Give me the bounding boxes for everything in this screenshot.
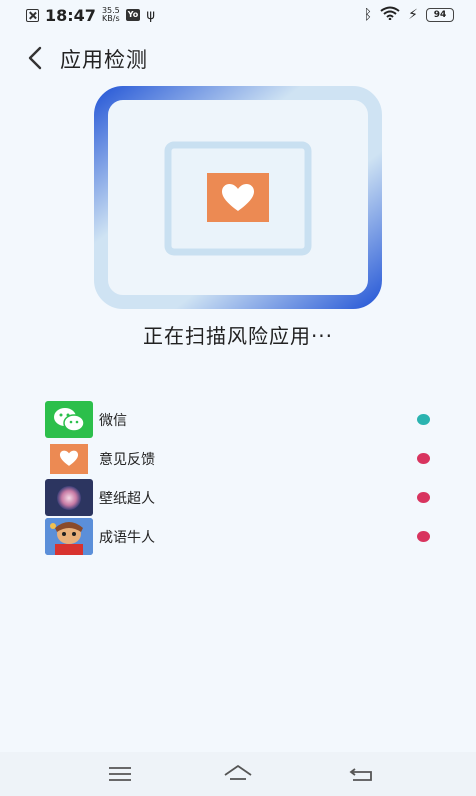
notification-close-icon (26, 8, 39, 22)
back-nav-button[interactable] (347, 762, 377, 786)
status-dot (417, 531, 430, 542)
status-badge: Yo (125, 9, 141, 21)
app-name: 微信 (99, 412, 127, 429)
wechat-icon (45, 401, 93, 438)
charging-icon: ⚡ (408, 7, 418, 23)
app-name: 意见反馈 (99, 451, 155, 468)
app-list: 微信 意见反馈 壁纸超人 成语牛人 (45, 400, 440, 556)
status-time: 18:47 (45, 5, 96, 25)
idiom-game-icon (45, 518, 93, 555)
status-dot (417, 453, 430, 464)
return-icon (349, 768, 372, 781)
heart-icon (50, 443, 88, 474)
list-item[interactable]: 意见反馈 (45, 439, 440, 478)
status-dot (417, 414, 430, 425)
battery-icon: 94 (426, 8, 454, 22)
menu-button[interactable] (105, 762, 135, 786)
app-name: 成语牛人 (99, 529, 155, 546)
usb-icon: ψ (146, 7, 155, 23)
network-speed: 35.5 KB/s (101, 6, 120, 23)
status-dot (417, 492, 430, 503)
home-button[interactable] (223, 762, 253, 786)
app-header: 应用检测 (0, 38, 476, 78)
system-navigation-bar (0, 752, 476, 796)
feedback-icon-wrap (45, 440, 93, 477)
back-button[interactable] (22, 42, 52, 74)
list-item[interactable]: 成语牛人 (45, 517, 440, 556)
scan-status-text: 正在扫描风险应用··· (142, 324, 334, 348)
status-bar: 18:47 35.5 KB/s Yo ψ ᛒ ⚡ 94 (0, 0, 476, 30)
app-logo (207, 173, 269, 222)
app-name: 壁纸超人 (99, 490, 155, 507)
list-item[interactable]: 微信 (45, 400, 440, 439)
bluetooth-icon: ᛒ (363, 7, 373, 23)
wallpaper-icon (45, 479, 93, 516)
home-icon (224, 765, 252, 780)
chevron-left-icon (28, 46, 42, 70)
menu-icon (109, 767, 131, 781)
wifi-icon (380, 6, 400, 24)
page-title: 应用检测 (60, 48, 148, 72)
list-item[interactable]: 壁纸超人 (45, 478, 440, 517)
heart-icon (222, 183, 254, 211)
